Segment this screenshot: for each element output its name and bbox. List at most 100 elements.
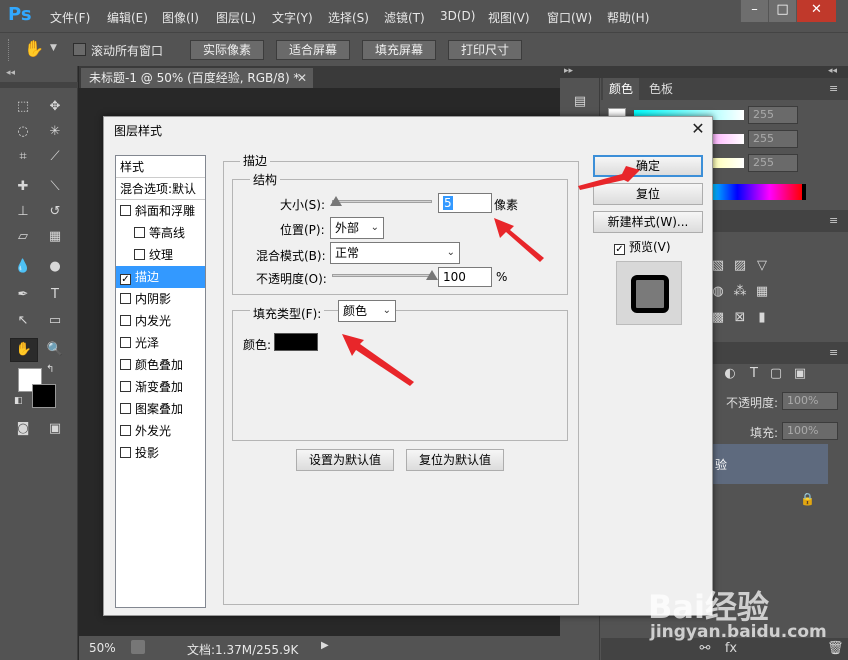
- move-tool-icon[interactable]: ✥: [44, 96, 66, 118]
- layer-row-selected[interactable]: 验: [713, 444, 828, 484]
- delete-layer-icon[interactable]: 🗑: [827, 641, 844, 657]
- fit-screen-button[interactable]: 适合屏幕: [276, 40, 350, 60]
- fx-icon[interactable]: fx: [723, 641, 739, 657]
- actual-pixels-button[interactable]: 实际像素: [190, 40, 264, 60]
- menu-filter[interactable]: 滤镜(T): [384, 9, 425, 26]
- checkbox-checked-icon[interactable]: ✓: [120, 274, 131, 285]
- opacity-input[interactable]: 100: [438, 267, 492, 287]
- menu-type[interactable]: 文字(Y): [272, 9, 313, 26]
- menu-edit[interactable]: 编辑(E): [107, 9, 148, 26]
- default-colors-icon[interactable]: ◧: [14, 396, 23, 406]
- style-item[interactable]: 内阴影: [116, 288, 205, 310]
- background-color-swatch[interactable]: [32, 384, 56, 408]
- blur-tool-icon[interactable]: 💧: [12, 256, 34, 278]
- styles-header[interactable]: 样式: [116, 156, 205, 178]
- checkbox-icon[interactable]: [120, 359, 131, 370]
- close-tab-icon[interactable]: ✕: [297, 68, 307, 88]
- expand-icon[interactable]: ▸▸: [564, 66, 573, 76]
- reset-default-button[interactable]: 复位为默认值: [406, 449, 504, 471]
- filter-shape-icon[interactable]: ▢: [768, 366, 784, 382]
- menu-layer[interactable]: 图层(L): [216, 9, 256, 26]
- style-item[interactable]: 内发光: [116, 310, 205, 332]
- history-panel-icon[interactable]: ▤: [572, 94, 588, 110]
- style-item[interactable]: 等高线: [116, 222, 205, 244]
- layer-fill-field[interactable]: 100%: [782, 422, 838, 440]
- layers-menu-icon[interactable]: ≡: [829, 346, 838, 359]
- position-select[interactable]: 外部 ⌄: [330, 217, 384, 239]
- checkbox-icon[interactable]: [134, 249, 145, 260]
- scroll-all-checkbox[interactable]: [73, 43, 86, 56]
- type-tool-icon[interactable]: T: [44, 284, 66, 306]
- checkbox-icon[interactable]: [120, 337, 131, 348]
- blend-mode-select[interactable]: 正常 ⌄: [330, 242, 460, 264]
- magic-wand-icon[interactable]: ✳: [44, 121, 66, 143]
- green-value[interactable]: 255: [748, 130, 798, 148]
- checkbox-icon[interactable]: [120, 293, 131, 304]
- checkbox-icon[interactable]: [134, 227, 145, 238]
- zoom-tool-icon[interactable]: 🔍: [44, 339, 66, 361]
- color-lookup-icon[interactable]: ▦: [754, 284, 770, 300]
- hand-tool-active-icon[interactable]: ✋: [10, 338, 38, 362]
- tab-color[interactable]: 颜色: [603, 78, 640, 100]
- red-value[interactable]: 255: [748, 106, 798, 124]
- crop-tool-icon[interactable]: ⌗: [12, 146, 34, 168]
- opacity-slider-track[interactable]: [332, 274, 432, 277]
- style-item[interactable]: 外发光: [116, 420, 205, 442]
- brush-tool-icon[interactable]: ⟍: [44, 176, 66, 198]
- dodge-tool-icon[interactable]: ●: [44, 256, 66, 278]
- filter-smart-icon[interactable]: ▣: [792, 366, 808, 382]
- menu-help[interactable]: 帮助(H): [607, 9, 649, 26]
- blend-options-item[interactable]: 混合选项:默认: [116, 178, 205, 200]
- gradient-tool-icon[interactable]: ▦: [44, 226, 66, 248]
- history-brush-icon[interactable]: ↺: [44, 201, 66, 223]
- menu-view[interactable]: 视图(V): [488, 9, 530, 26]
- size-slider-thumb[interactable]: [330, 196, 342, 206]
- threshold-icon[interactable]: ⊠: [732, 310, 748, 326]
- preview-checkbox[interactable]: ✓ 预览(V): [614, 238, 671, 255]
- close-window-icon[interactable]: ✕: [796, 0, 836, 22]
- eraser-icon[interactable]: ▱: [12, 226, 34, 248]
- fill-type-select[interactable]: 颜色 ⌄: [338, 300, 396, 322]
- size-input[interactable]: 5: [438, 193, 492, 213]
- size-slider-track[interactable]: [332, 200, 432, 203]
- panel-menu-icon[interactable]: ≡: [829, 82, 838, 95]
- document-tab[interactable]: 未标题-1 @ 50% (百度经验, RGB/8) * ✕: [81, 68, 313, 88]
- selective-color-icon[interactable]: ▮: [754, 310, 770, 326]
- swap-colors-icon[interactable]: ↰: [46, 364, 54, 375]
- maximize-icon[interactable]: □: [768, 0, 796, 22]
- print-size-button[interactable]: 打印尺寸: [448, 40, 522, 60]
- filter-pixel-icon[interactable]: ◐: [722, 366, 738, 382]
- screen-mode-icon[interactable]: ▣: [44, 418, 66, 440]
- dialog-close-icon[interactable]: ✕: [688, 119, 708, 139]
- chevron-down-icon[interactable]: ▼: [50, 43, 57, 53]
- style-item[interactable]: 图案叠加: [116, 398, 205, 420]
- stroke-color-swatch[interactable]: [274, 333, 318, 351]
- shape-tool-icon[interactable]: ▭: [44, 310, 66, 332]
- reset-button[interactable]: 复位: [593, 183, 703, 205]
- hand-tool-icon[interactable]: ✋: [24, 39, 44, 58]
- checkbox-icon[interactable]: [120, 381, 131, 392]
- blue-value[interactable]: 255: [748, 154, 798, 172]
- gradient-map-icon[interactable]: ▽: [754, 258, 770, 274]
- minimize-icon[interactable]: –: [740, 0, 768, 22]
- collapse-dock-icon[interactable]: ◂◂: [828, 66, 837, 76]
- clone-stamp-icon[interactable]: ⊥: [12, 201, 34, 223]
- checkbox-icon[interactable]: [120, 425, 131, 436]
- menu-3d[interactable]: 3D(D): [440, 9, 475, 23]
- quick-mask-icon[interactable]: ◙: [12, 418, 34, 440]
- status-menu-arrow-icon[interactable]: ▶: [321, 640, 329, 651]
- lasso-tool-icon[interactable]: ◌: [12, 121, 34, 143]
- ok-button[interactable]: 确定: [593, 155, 703, 177]
- style-item[interactable]: 纹理: [116, 244, 205, 266]
- menu-file[interactable]: 文件(F): [50, 9, 90, 26]
- checkbox-icon[interactable]: [120, 205, 131, 216]
- menu-image[interactable]: 图像(I): [162, 9, 199, 26]
- filter-type-icon[interactable]: T: [746, 366, 762, 382]
- checkbox-icon[interactable]: [120, 403, 131, 414]
- exposure-adjust-icon[interactable]: ▨: [732, 258, 748, 274]
- status-info-icon[interactable]: [131, 640, 145, 654]
- collapse-icon[interactable]: ◂◂: [6, 68, 15, 78]
- link-layers-icon[interactable]: ⚯: [697, 641, 713, 657]
- marquee-tool-icon[interactable]: ⬚: [12, 96, 34, 118]
- eyedropper-icon[interactable]: ⟋: [44, 146, 66, 168]
